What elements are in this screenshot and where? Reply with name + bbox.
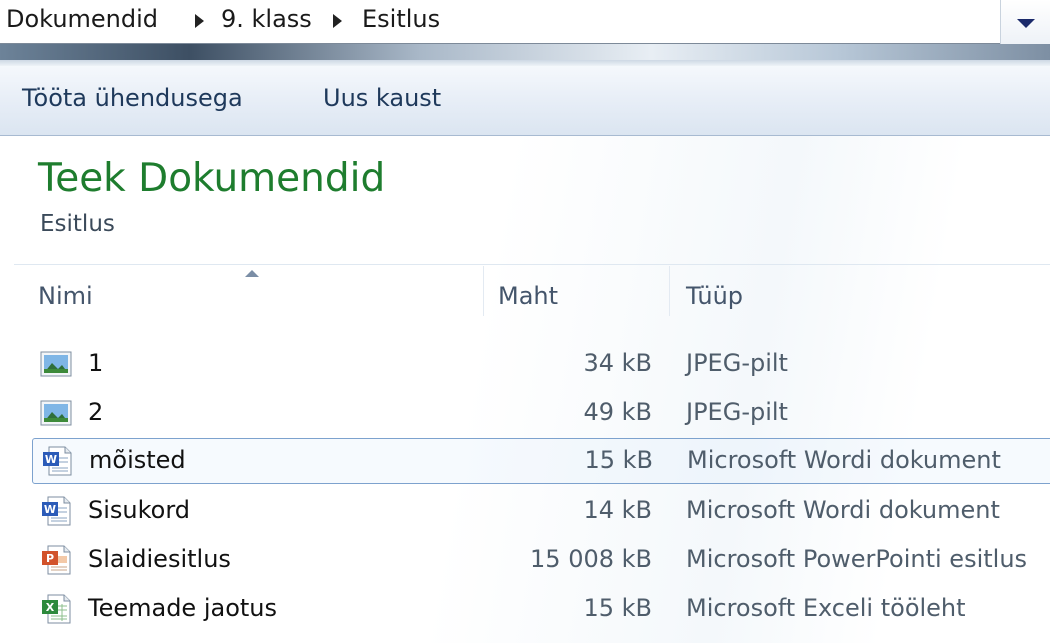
svg-text:P: P bbox=[46, 552, 54, 565]
column-divider[interactable] bbox=[483, 266, 484, 316]
image-file-icon bbox=[40, 400, 72, 426]
file-name: 1 bbox=[88, 349, 104, 377]
address-dropdown-button[interactable] bbox=[1000, 0, 1050, 44]
file-type: Microsoft PowerPointi esitlus bbox=[686, 545, 1028, 573]
breadcrumb-9-klass[interactable]: 9. klass bbox=[221, 5, 312, 33]
new-folder-button[interactable]: Uus kaust bbox=[323, 84, 441, 112]
svg-text:W: W bbox=[44, 503, 56, 516]
file-size: 49 kB bbox=[583, 398, 652, 426]
file-row-selected[interactable]: W mõisted 15 kB Microsoft Wordi dokument bbox=[32, 438, 1050, 484]
powerpoint-file-icon: P bbox=[42, 545, 71, 575]
breadcrumb-esitlus[interactable]: Esitlus bbox=[362, 5, 440, 33]
header-divider bbox=[14, 264, 1050, 265]
file-type: Microsoft Wordi dokument bbox=[687, 446, 1001, 474]
file-row[interactable]: X Teemade jaotus 15 kB Microsoft Exceli … bbox=[32, 587, 1050, 633]
file-type: Microsoft Wordi dokument bbox=[686, 496, 1000, 524]
chevron-down-icon bbox=[1017, 19, 1035, 28]
file-size: 14 kB bbox=[583, 496, 652, 524]
svg-text:W: W bbox=[45, 453, 57, 466]
file-row[interactable]: 1 34 kB JPEG-pilt bbox=[32, 342, 1050, 388]
sort-ascending-icon bbox=[245, 270, 259, 277]
breadcrumb-arrow-icon[interactable] bbox=[333, 14, 342, 28]
address-bar[interactable]: Dokumendid 9. klass Esitlus bbox=[0, 0, 1050, 44]
file-name: Teemade jaotus bbox=[88, 594, 278, 622]
file-row[interactable]: W Sisukord 14 kB Microsoft Wordi dokumen… bbox=[32, 489, 1050, 535]
column-divider[interactable] bbox=[669, 266, 670, 316]
file-type: JPEG-pilt bbox=[686, 398, 788, 426]
file-size: 15 kB bbox=[583, 594, 652, 622]
share-with-button[interactable]: Tööta ühendusega bbox=[22, 84, 243, 112]
file-size: 34 kB bbox=[583, 349, 652, 377]
file-size: 15 008 kB bbox=[530, 545, 652, 573]
file-name: Sisukord bbox=[88, 496, 191, 524]
file-row[interactable]: 2 49 kB JPEG-pilt bbox=[32, 391, 1050, 437]
file-list-pane: Teek Dokumendid Esitlus Nimi Maht Tüüp 1… bbox=[0, 136, 1050, 643]
library-subtitle: Esitlus bbox=[40, 211, 115, 237]
word-document-icon: W bbox=[43, 446, 72, 476]
image-file-icon bbox=[40, 351, 72, 377]
file-row[interactable]: P Slaidiesitlus 15 008 kB Microsoft Powe… bbox=[32, 538, 1050, 584]
breadcrumb-arrow-icon[interactable] bbox=[195, 14, 204, 28]
svg-text:X: X bbox=[46, 601, 55, 614]
column-header-size[interactable]: Maht bbox=[498, 282, 558, 310]
file-name: Slaidiesitlus bbox=[88, 545, 231, 573]
file-size: 15 kB bbox=[584, 446, 653, 474]
breadcrumb-dokumendid[interactable]: Dokumendid bbox=[6, 5, 158, 33]
column-header-type[interactable]: Tüüp bbox=[686, 282, 743, 310]
file-name: 2 bbox=[88, 398, 104, 426]
file-name: mõisted bbox=[89, 446, 186, 474]
column-header-name[interactable]: Nimi bbox=[38, 282, 93, 310]
library-title: Teek Dokumendid bbox=[38, 156, 386, 201]
file-type: Microsoft Exceli tööleht bbox=[686, 594, 966, 622]
command-toolbar: Tööta ühendusega Uus kaust bbox=[0, 66, 1050, 136]
file-type: JPEG-pilt bbox=[686, 349, 788, 377]
word-document-icon: W bbox=[42, 496, 71, 526]
excel-file-icon: X bbox=[42, 594, 71, 624]
